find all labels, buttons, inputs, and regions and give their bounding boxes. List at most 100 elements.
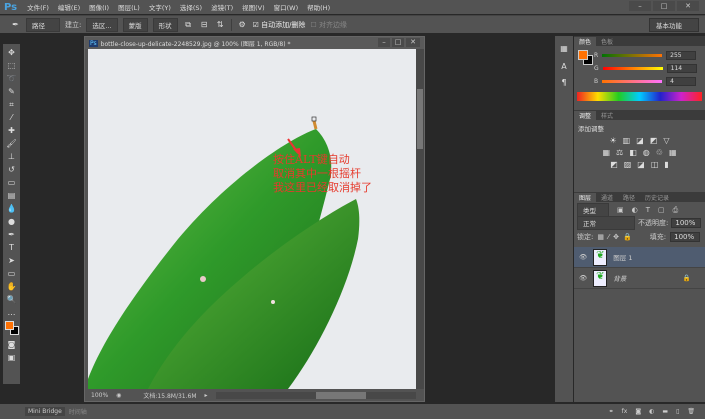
g-value[interactable]: 114 [666, 64, 697, 73]
paragraph-panel-icon[interactable]: ¶ [559, 78, 570, 88]
status-menu-icon[interactable]: ▸ [205, 392, 208, 399]
levels-icon[interactable]: ▥ [623, 136, 631, 145]
selective-color-icon[interactable]: ◫ [651, 160, 659, 169]
lookup-icon[interactable]: ▦ [669, 148, 677, 157]
auto-add-checkbox[interactable]: ☑ 自动添加/删除 [253, 20, 306, 30]
move-tool-icon[interactable]: ✥ [6, 48, 17, 58]
visibility-eye-icon[interactable]: 👁 [579, 274, 587, 282]
doc-minimize-button[interactable]: – [378, 38, 390, 47]
mask-button[interactable]: 蒙版 [122, 17, 148, 32]
tab-color[interactable]: 颜色 [574, 36, 597, 46]
align-edges-checkbox[interactable]: ☐ 对齐边缘 [310, 20, 347, 30]
pen-tool-icon[interactable]: ✒ [10, 20, 21, 30]
filter-smart-icon[interactable]: ⎙ [673, 206, 679, 215]
healing-icon[interactable]: ✚ [6, 126, 17, 136]
layer-row[interactable]: 👁 ❦ 背景 🔒 [574, 268, 705, 289]
brightness-icon[interactable]: ☀ [609, 136, 616, 145]
selection-button[interactable]: 选区... [86, 17, 118, 32]
workspace-select[interactable]: 基本功能 [649, 18, 699, 32]
b-slider[interactable] [602, 80, 663, 83]
path-arrange-icon[interactable]: ⇅ [215, 20, 226, 30]
menu-image[interactable]: 图像(I) [89, 2, 109, 12]
quick-select-icon[interactable]: ✎ [6, 87, 17, 97]
tab-channels[interactable]: 通道 [596, 193, 618, 202]
path-select-icon[interactable]: ➤ [6, 256, 17, 266]
close-button[interactable]: ✕ [677, 1, 699, 11]
filter-adjust-icon[interactable]: ◐ [632, 206, 638, 214]
brush-icon[interactable]: 🖌 [6, 139, 17, 149]
add-mask-icon[interactable]: ◙ [635, 408, 641, 415]
menu-edit[interactable]: 编辑(E) [58, 2, 80, 12]
menu-layer[interactable]: 图层(L) [118, 2, 140, 12]
r-value[interactable]: 255 [666, 51, 697, 60]
eyedropper-icon[interactable]: ⁄ [6, 113, 17, 123]
vibrance-icon[interactable]: ▽ [663, 136, 669, 145]
layer-filter-select[interactable]: 类型 [577, 203, 609, 217]
character-panel-icon[interactable]: A [559, 62, 570, 72]
doc-maximize-button[interactable]: □ [392, 38, 404, 47]
history-brush-icon[interactable]: ↺ [6, 165, 17, 175]
maximize-button[interactable]: □ [653, 1, 675, 11]
new-layer-icon[interactable]: ▯ [676, 408, 679, 415]
filter-image-icon[interactable]: ▣ [617, 206, 624, 214]
blur-icon[interactable]: 💧 [6, 204, 17, 214]
tab-styles[interactable]: 样式 [596, 111, 618, 120]
history-panel-icon[interactable]: ▦ [559, 44, 570, 54]
lock-paint-icon[interactable]: ⁄ [608, 233, 609, 241]
menu-type[interactable]: 文字(Y) [149, 2, 171, 12]
menu-view[interactable]: 视图(V) [242, 2, 265, 12]
horizontal-scrollbar[interactable] [215, 391, 416, 399]
tab-paths[interactable]: 路径 [618, 193, 640, 202]
doc-close-button[interactable]: ✕ [406, 38, 420, 47]
filter-type-icon[interactable]: T [646, 206, 650, 214]
curves-icon[interactable]: ◪ [636, 136, 644, 145]
r-slider[interactable] [602, 54, 663, 57]
filter-shape-icon[interactable]: ▢ [658, 206, 665, 214]
delete-layer-icon[interactable]: 🗑 [687, 408, 695, 415]
gradient-icon[interactable]: ▤ [6, 191, 17, 201]
path-ops-icon[interactable]: ⧉ [183, 20, 194, 30]
tab-layers[interactable]: 图层 [574, 192, 597, 202]
color-swatches[interactable] [4, 321, 19, 337]
hue-icon[interactable]: ▦ [602, 148, 610, 157]
menu-select[interactable]: 选择(S) [180, 2, 202, 12]
shape-icon[interactable]: ▭ [6, 269, 17, 279]
crop-tool-icon[interactable]: ⌗ [6, 100, 17, 110]
visibility-eye-icon[interactable]: 👁 [579, 253, 587, 261]
vertical-scrollbar[interactable] [416, 49, 424, 389]
tab-swatches[interactable]: 色板 [596, 37, 618, 46]
lasso-tool-icon[interactable]: ➰ [6, 74, 17, 84]
exposure-icon[interactable]: ◩ [650, 136, 658, 145]
g-slider[interactable] [602, 67, 663, 70]
tab-adjustments[interactable]: 调整 [574, 110, 597, 120]
tab-timeline[interactable]: 时间轴 [69, 407, 87, 416]
bw-icon[interactable]: ◧ [629, 148, 637, 157]
blend-mode-select[interactable]: 正常 [577, 216, 635, 230]
canvas[interactable] [88, 49, 416, 389]
zoom-level[interactable]: 100% [91, 392, 108, 399]
dodge-icon[interactable]: ● [6, 217, 17, 227]
marquee-tool-icon[interactable]: ⬚ [6, 61, 17, 71]
menu-window[interactable]: 窗口(W) [274, 2, 299, 12]
menu-filter[interactable]: 滤镜(T) [211, 2, 233, 12]
posterize-icon[interactable]: ▨ [624, 160, 632, 169]
gear-icon[interactable]: ⚙ [237, 20, 248, 30]
fill-value[interactable]: 100% [670, 231, 701, 242]
lock-pixels-icon[interactable]: ▦ [597, 233, 604, 241]
spectrum-bar[interactable] [577, 92, 702, 101]
lock-position-icon[interactable]: ✥ [613, 233, 619, 241]
screen-mode-icon[interactable]: ▣ [6, 353, 17, 363]
b-value[interactable]: 4 [666, 77, 697, 86]
invert-icon[interactable]: ◩ [610, 160, 618, 169]
path-align-icon[interactable]: ⊟ [199, 20, 210, 30]
zoom-icon[interactable]: 🔍 [6, 295, 17, 305]
new-group-icon[interactable]: ▬ [662, 408, 668, 415]
tab-history[interactable]: 历史记录 [640, 193, 674, 202]
minimize-button[interactable]: – [629, 1, 651, 11]
menu-help[interactable]: 帮助(H) [307, 2, 330, 12]
pen-icon[interactable]: ✒ [6, 230, 17, 240]
photo-filter-icon[interactable]: ◍ [643, 148, 650, 157]
mode-select[interactable]: 路径 [26, 17, 60, 32]
gradient-map-icon[interactable]: ▮ [664, 160, 668, 169]
fx-icon[interactable]: fx [622, 408, 628, 415]
